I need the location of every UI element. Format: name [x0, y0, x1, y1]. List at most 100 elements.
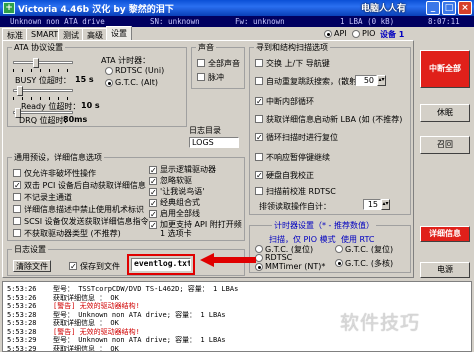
pio-label: PIO: [362, 29, 376, 38]
search-option-checkbox[interactable]: ✓: [255, 97, 263, 106]
general-option-label: 不获取驱动器类型 (不推荐): [24, 229, 121, 238]
general-option-checkbox[interactable]: [13, 205, 21, 213]
pio-radio[interactable]: [352, 30, 360, 38]
search-option-checkbox[interactable]: [255, 153, 263, 161]
search-option-label: 自动重复跳跃搜索，(散射)：: [266, 77, 369, 86]
log-dir-field[interactable]: LOGS: [189, 137, 239, 148]
general-option-checkbox[interactable]: [13, 229, 21, 237]
maximize-button[interactable]: □: [442, 1, 456, 15]
drq-value: 80ms: [63, 115, 88, 124]
settings-panel: ATA 协议设置 BUSY 位超时： 15 s Ready 位超时： 10 s …: [2, 40, 414, 278]
busy-label: BUSY 位超时：: [15, 76, 71, 85]
search-option-label: 扫描前校准 RDTSC: [266, 187, 336, 196]
general-option-checkbox[interactable]: [13, 193, 21, 201]
general-option-checkbox[interactable]: [13, 169, 21, 177]
general-option-checkbox[interactable]: [13, 217, 21, 225]
rtc-radio-label: G.T.C. (复位): [345, 245, 394, 254]
jump-field[interactable]: 50: [355, 75, 377, 86]
general-option-label: 不记录主通道: [24, 193, 72, 202]
serial-number: SN: unknown: [150, 17, 200, 26]
busy-slider[interactable]: [33, 58, 39, 68]
bottom-watermark: 软件技巧: [340, 312, 421, 334]
general-option-checkbox[interactable]: ✓: [149, 221, 157, 230]
side-button[interactable]: 召回: [420, 136, 470, 154]
general-option-label: SCSI 设备仅发送获取详细信息指令: [24, 217, 149, 226]
ready-ticks: [13, 97, 73, 100]
rdtsc-label: RDTSC (Uni): [115, 66, 165, 75]
log-time: 5:53:29: [7, 344, 37, 352]
rdtsc-radio[interactable]: [105, 67, 113, 75]
general-option-label: 加更支持 API 附打开频 1 选项卡: [160, 220, 242, 238]
window-title: Victoria 4.46b 汉化 by 黎然的泪下: [18, 5, 174, 15]
general-option-label: 显示逻辑驱动器: [160, 165, 216, 174]
api-radio[interactable]: [324, 30, 332, 38]
ata-timer-title: ATA 计时器：: [101, 56, 151, 65]
search-options-title: 寻到和结构扫描选项: [254, 42, 330, 53]
search-option-label: 交换 上/下 导航键: [266, 59, 330, 68]
all-sound-label: 全部声音: [208, 59, 240, 68]
search-option-checkbox[interactable]: ✓: [255, 171, 263, 180]
close-button[interactable]: ×: [458, 1, 472, 15]
log-dir-title: 日志目录: [189, 126, 221, 135]
search-option-label: 硬盘自我校正: [266, 171, 314, 180]
search-option-label: 不响应暂停键继续: [266, 153, 330, 162]
sort-spinner[interactable]: ▴▾: [381, 199, 390, 210]
busy-value: 15 s: [75, 75, 94, 84]
filename-highlight: [127, 254, 195, 275]
general-option-checkbox[interactable]: ✓: [149, 199, 157, 208]
side-button[interactable]: 休眠: [420, 104, 470, 122]
ready-value: 10 s: [81, 101, 100, 110]
rtc-radio[interactable]: [335, 245, 343, 253]
side-button[interactable]: 详细信息: [420, 226, 470, 242]
general-options-title: 通用预设，详细信息选项: [12, 152, 104, 163]
jump-spinner[interactable]: ▴▾: [377, 75, 386, 86]
timer-radio-label: RDTSC: [265, 253, 293, 262]
search-option-checkbox[interactable]: [255, 59, 263, 67]
search-option-checkbox[interactable]: [255, 187, 263, 195]
general-option-checkbox[interactable]: ✓: [149, 177, 157, 186]
search-option-checkbox[interactable]: [255, 77, 263, 85]
busy-slider-track: [13, 61, 73, 64]
gtc-radio[interactable]: [105, 79, 113, 87]
timer-settings-title: 计时器设置（* - 推荐数值）: [272, 220, 376, 231]
busy-ticks: [13, 69, 73, 72]
search-option-checkbox[interactable]: ✓: [255, 133, 263, 142]
title-bar: + Victoria 4.46b 汉化 by 黎然的泪下 电脑人人有 _ □ ×: [0, 0, 474, 16]
sort-field[interactable]: 15: [363, 199, 381, 210]
drive-info-bar: Unknown non ATA drive SN: unknown Fw: un…: [0, 16, 474, 27]
minimize-button[interactable]: _: [426, 1, 440, 15]
tab-advanced[interactable]: 高级: [82, 28, 108, 40]
general-option-label: 详细信息描述中禁止使用机术标识: [24, 205, 144, 214]
general-option-label: 仅允许非破坏性操作: [24, 169, 96, 178]
log-settings-title: 日志设置: [12, 244, 48, 255]
side-button[interactable]: 中断全部: [420, 50, 470, 88]
timer-radio[interactable]: [255, 245, 263, 253]
beep-label: 脉冲: [208, 73, 224, 82]
app-icon: +: [3, 2, 15, 14]
red-arrow-icon: [200, 253, 256, 267]
log-message: 获取详细信息 ： OK: [53, 344, 119, 352]
gtc-label: G.T.C. (Alt): [115, 78, 158, 87]
general-option-checkbox[interactable]: ✓: [149, 210, 157, 219]
rtc-radio[interactable]: [335, 259, 343, 267]
general-option-label: 经典组合式: [160, 198, 200, 207]
general-option-checkbox[interactable]: ✓: [149, 188, 157, 197]
side-button[interactable]: 电源: [420, 262, 470, 278]
search-option-checkbox[interactable]: [255, 115, 263, 123]
ata-protocol-title: ATA 协议设置: [12, 42, 66, 53]
general-option-label: 双击 PCI 设备后自动获取详细信息: [24, 181, 146, 190]
general-option-checkbox[interactable]: ✓: [149, 166, 157, 175]
clear-file-button[interactable]: 清除文件: [13, 260, 51, 272]
ready-slider[interactable]: [17, 86, 23, 96]
save-to-file-checkbox[interactable]: ✓: [69, 262, 77, 271]
general-option-checkbox[interactable]: ✓: [13, 181, 21, 190]
timer-radio-label: MMTimer (NT)*: [265, 262, 326, 271]
tab-standard[interactable]: 标准: [2, 28, 28, 40]
all-sound-checkbox[interactable]: [197, 59, 205, 67]
beep-checkbox[interactable]: [197, 73, 205, 81]
tab-settings[interactable]: 设置: [106, 26, 132, 40]
sound-title: 声音: [196, 42, 216, 53]
drq-slider-track: [13, 111, 73, 114]
tab-test[interactable]: 测试: [58, 28, 84, 40]
save-to-file-label: 保存到文件: [80, 262, 120, 271]
